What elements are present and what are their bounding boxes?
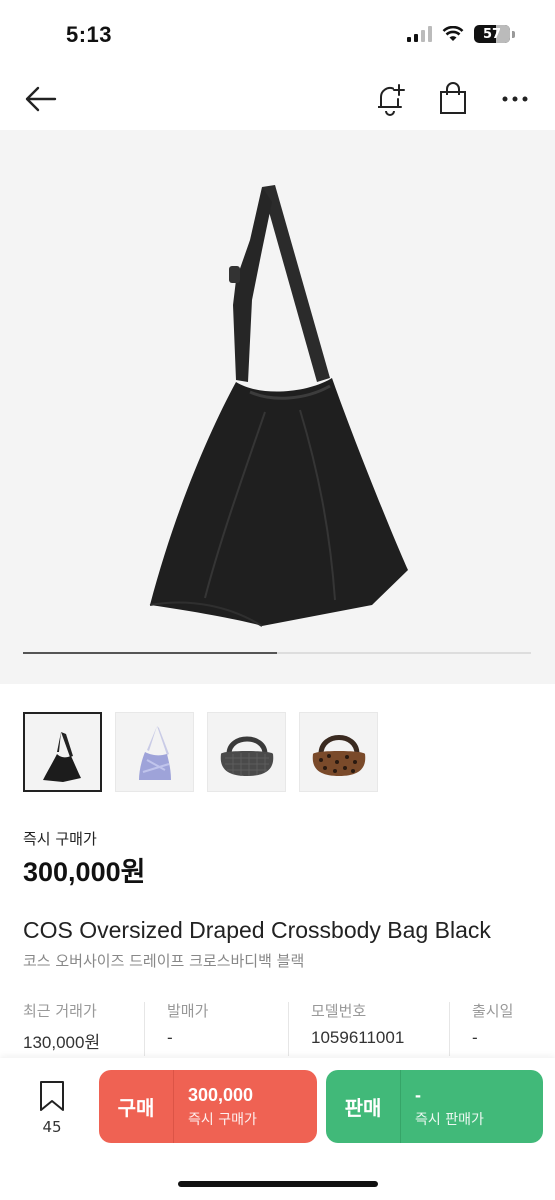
sell-button[interactable]: 판매 - 즉시 판매가 bbox=[326, 1070, 543, 1143]
info-label: 모델번호 bbox=[311, 1002, 367, 1020]
cart-button[interactable] bbox=[434, 80, 472, 118]
wifi-icon bbox=[442, 26, 464, 41]
buy-now-label: 즉시 구매가 bbox=[23, 830, 97, 848]
product-image bbox=[149, 185, 408, 627]
product-title-ko: 코스 오버사이즈 드레이프 크로스바디백 블랙 bbox=[23, 952, 305, 970]
wishlist-button[interactable]: 45 bbox=[30, 1080, 74, 1136]
bookmark-icon bbox=[40, 1081, 64, 1111]
gray-quilted-bag-thumbnail-image bbox=[220, 736, 273, 776]
price-alert-button[interactable] bbox=[370, 80, 410, 118]
shopping-bag-icon bbox=[440, 82, 466, 114]
product-title-en: COS Oversized Draped Crossbody Bag Black bbox=[23, 917, 491, 943]
info-recent-price: 최근 거래가 130,000원 bbox=[23, 1000, 100, 1058]
image-progress-fill bbox=[23, 652, 277, 654]
product-info-row: 최근 거래가 130,000원 발매가 - 모델번호 1059611001 출시… bbox=[0, 1000, 555, 1058]
status-icons: 57 bbox=[407, 25, 515, 43]
battery-icon: 57 bbox=[474, 25, 510, 43]
more-icon bbox=[502, 96, 528, 102]
info-value: 1059611001 bbox=[311, 1028, 405, 1047]
thumbnail-lavender-bag[interactable] bbox=[115, 712, 194, 792]
info-label: 최근 거래가 bbox=[23, 1002, 97, 1020]
battery-level: 57 bbox=[482, 26, 502, 42]
info-release-price: 발매가 - bbox=[167, 1000, 208, 1058]
info-divider bbox=[288, 1002, 289, 1056]
buy-button-amount: 300,000 bbox=[188, 1084, 254, 1105]
buy-button-detail: 300,000 즉시 구매가 bbox=[174, 1085, 257, 1129]
wishlist-count: 45 bbox=[42, 1118, 62, 1136]
back-button[interactable] bbox=[20, 82, 60, 116]
leopard-bag-thumbnail-image bbox=[312, 735, 365, 776]
black-bag-thumbnail-image bbox=[42, 732, 81, 782]
thumbnail-gray-quilted-bag[interactable] bbox=[207, 712, 286, 792]
info-release-date: 출시일 - bbox=[472, 1000, 513, 1058]
info-value: - bbox=[472, 1028, 478, 1047]
thumbnail-strip bbox=[23, 712, 378, 792]
cellular-signal-icon bbox=[407, 26, 432, 42]
nav-bar bbox=[0, 70, 555, 128]
info-value: 130,000원 bbox=[23, 1033, 101, 1052]
sell-button-amount: - bbox=[415, 1084, 421, 1105]
buy-button-sub: 즉시 구매가 bbox=[188, 1111, 257, 1128]
info-divider bbox=[449, 1002, 450, 1056]
info-label: 출시일 bbox=[472, 1002, 514, 1020]
info-divider bbox=[144, 1002, 145, 1056]
info-value: - bbox=[167, 1028, 173, 1047]
info-label: 발매가 bbox=[167, 1002, 209, 1020]
more-button[interactable] bbox=[496, 84, 534, 114]
buy-now-price: 300,000원 bbox=[23, 857, 146, 887]
status-bar: 5:13 57 bbox=[0, 0, 555, 70]
status-time: 5:13 bbox=[66, 22, 113, 47]
thumbnail-leopard-bag[interactable] bbox=[299, 712, 378, 792]
battery-cap bbox=[512, 30, 515, 38]
sell-button-sub: 즉시 판매가 bbox=[415, 1111, 484, 1128]
image-progress-bar bbox=[23, 652, 531, 654]
arrow-left-icon bbox=[25, 86, 57, 112]
home-indicator bbox=[178, 1181, 378, 1187]
lavender-bag-thumbnail-image bbox=[138, 726, 171, 780]
bottom-action-bar: 45 구매 300,000 즉시 구매가 판매 - 즉시 판매가 bbox=[0, 1058, 555, 1200]
info-model-number: 모델번호 1059611001 bbox=[311, 1000, 404, 1058]
sell-button-detail: - 즉시 판매가 bbox=[401, 1085, 484, 1129]
buy-button-label: 구매 bbox=[117, 1096, 155, 1120]
thumbnail-black-bag[interactable] bbox=[23, 712, 102, 792]
bell-plus-icon bbox=[378, 84, 405, 116]
buy-button[interactable]: 구매 300,000 즉시 구매가 bbox=[99, 1070, 317, 1143]
sell-button-label: 판매 bbox=[344, 1096, 382, 1120]
product-image-carousel[interactable] bbox=[0, 130, 555, 684]
